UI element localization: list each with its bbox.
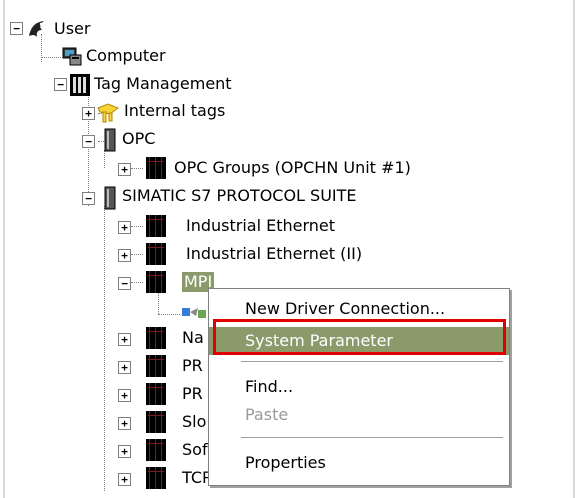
tree-node-partial[interactable]: + Na bbox=[118, 326, 208, 352]
tree-node-industrial-ethernet[interactable]: + Industrial Ethernet bbox=[118, 214, 418, 240]
tree-node-label: PR bbox=[182, 356, 203, 375]
channel-unit-icon bbox=[146, 243, 166, 265]
folder-tag-icon bbox=[96, 100, 120, 124]
expand-toggle[interactable]: + bbox=[118, 221, 131, 234]
channel-unit-icon bbox=[146, 439, 166, 461]
tree-node-label: Tag Management bbox=[94, 74, 232, 93]
expand-toggle[interactable]: + bbox=[118, 417, 131, 430]
user-icon bbox=[26, 18, 48, 40]
channel-unit-icon bbox=[146, 383, 166, 405]
channel-unit-icon bbox=[146, 215, 166, 237]
connection-icon bbox=[180, 302, 208, 324]
tree-node-computer[interactable]: Computer bbox=[62, 44, 262, 70]
tree-node-label: OPC Groups (OPCHN Unit #1) bbox=[174, 158, 411, 177]
collapse-toggle[interactable]: − bbox=[82, 135, 95, 148]
tree-node-label: Sof bbox=[182, 440, 208, 459]
tree-node-label: PR bbox=[182, 384, 203, 403]
tree-node-industrial-ethernet-ii[interactable]: + Industrial Ethernet (II) bbox=[118, 242, 438, 268]
tree-node-user[interactable]: − User bbox=[10, 18, 210, 44]
tree-node-label: Slo bbox=[182, 412, 207, 431]
tree-node-opc[interactable]: − OPC bbox=[82, 128, 282, 154]
tree-node-label: Na bbox=[182, 328, 204, 347]
menu-item-label: Find... bbox=[245, 377, 294, 396]
driver-unit-icon bbox=[146, 157, 166, 179]
tree-connector bbox=[104, 206, 105, 491]
menu-separator bbox=[241, 437, 503, 439]
tree-node-partial[interactable]: + PR bbox=[118, 354, 208, 380]
collapse-toggle[interactable]: − bbox=[54, 78, 67, 91]
tree-node-tag-management[interactable]: − Tag Management bbox=[54, 72, 284, 98]
tree-node-internal-tags[interactable]: + Internal tags bbox=[82, 100, 282, 126]
tree-view-window: − User Computer − Tag Management + Inter… bbox=[0, 0, 576, 498]
tree-node-label: Industrial Ethernet bbox=[186, 216, 336, 235]
menu-item-label: Paste bbox=[245, 405, 289, 424]
expand-toggle[interactable]: + bbox=[118, 249, 131, 262]
channel-unit-icon bbox=[146, 467, 166, 489]
tree-node-partial[interactable]: + PR bbox=[118, 382, 208, 408]
tree-node-partial[interactable]: + Slo bbox=[118, 410, 208, 436]
protocol-icon bbox=[104, 128, 116, 152]
tag-management-icon bbox=[70, 74, 90, 96]
highlight-box bbox=[213, 319, 506, 355]
menu-item-properties[interactable]: Properties bbox=[209, 449, 509, 477]
window-right-border bbox=[573, 0, 575, 498]
expand-toggle[interactable]: + bbox=[118, 333, 131, 346]
menu-item-label: Properties bbox=[245, 453, 326, 472]
menu-separator bbox=[241, 361, 503, 363]
protocol-icon bbox=[104, 186, 116, 210]
collapse-toggle[interactable]: − bbox=[10, 22, 23, 35]
tree-connector bbox=[158, 314, 180, 315]
collapse-toggle[interactable]: − bbox=[118, 277, 131, 290]
tree-node-label: User bbox=[54, 19, 91, 38]
tree-node-label: Internal tags bbox=[124, 101, 226, 120]
expand-toggle[interactable]: + bbox=[82, 107, 95, 120]
collapse-toggle[interactable]: − bbox=[82, 192, 95, 205]
expand-toggle[interactable]: + bbox=[118, 445, 131, 458]
context-menu: New Driver Connection... System Paramete… bbox=[208, 288, 510, 486]
channel-unit-icon bbox=[146, 327, 166, 349]
tree-node-label: Industrial Ethernet (II) bbox=[186, 244, 363, 263]
tree-node-partial[interactable]: + Sof bbox=[118, 438, 208, 464]
channel-unit-icon bbox=[146, 355, 166, 377]
channel-unit-icon bbox=[146, 271, 166, 293]
window-left-border bbox=[3, 0, 5, 498]
tree-connector bbox=[41, 57, 61, 58]
expand-toggle[interactable]: + bbox=[118, 473, 131, 486]
tree-node-opc-groups[interactable]: + OPC Groups (OPCHN Unit #1) bbox=[118, 156, 458, 182]
expand-toggle[interactable]: + bbox=[118, 163, 131, 176]
menu-item-paste: Paste bbox=[209, 401, 509, 429]
tree-node-label: Computer bbox=[86, 46, 166, 65]
tree-node-simatic-s7[interactable]: − SIMATIC S7 PROTOCOL SUITE bbox=[82, 186, 442, 212]
expand-toggle[interactable]: + bbox=[118, 361, 131, 374]
tree-node-label: OPC bbox=[122, 129, 156, 148]
computer-icon bbox=[62, 46, 82, 66]
tree-node-label: SIMATIC S7 PROTOCOL SUITE bbox=[122, 186, 357, 205]
menu-item-find[interactable]: Find... bbox=[209, 373, 509, 401]
channel-unit-icon bbox=[146, 411, 166, 433]
expand-toggle[interactable]: + bbox=[118, 389, 131, 402]
